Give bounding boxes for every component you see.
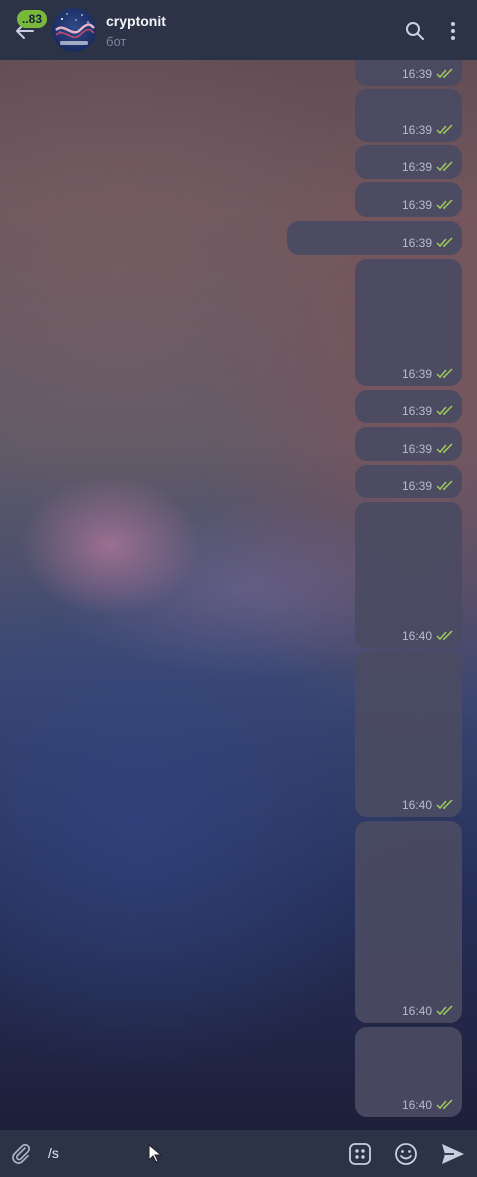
read-check-icon bbox=[436, 630, 453, 641]
message-input[interactable] bbox=[44, 1138, 342, 1168]
avatar[interactable] bbox=[52, 8, 96, 52]
message-bubble[interactable]: 16:40 bbox=[355, 652, 462, 817]
chat-subtitle: бот bbox=[106, 34, 127, 49]
read-check-icon bbox=[436, 199, 453, 210]
avatar-logo-icon bbox=[55, 13, 95, 45]
message-time: 16:39 bbox=[401, 160, 432, 174]
search-icon[interactable] bbox=[404, 20, 426, 42]
message-bubble[interactable]: 16:39 bbox=[287, 221, 462, 255]
message-bubble[interactable]: 16:39 bbox=[355, 89, 462, 142]
message-time: 16:40 bbox=[401, 1004, 432, 1018]
chat-header: ..83 cryptonit бот bbox=[0, 0, 477, 60]
chat-title[interactable]: cryptonit bbox=[106, 13, 166, 29]
message-bubble[interactable]: 16:39 bbox=[355, 390, 462, 423]
read-check-icon bbox=[436, 1005, 453, 1016]
message-bubble[interactable]: 16:39 bbox=[355, 259, 462, 386]
message-bubble[interactable]: 16:39 bbox=[355, 60, 462, 86]
read-check-icon bbox=[436, 161, 453, 172]
message-time: 16:39 bbox=[401, 67, 432, 81]
read-check-icon bbox=[436, 1099, 453, 1110]
message-bubble[interactable]: 16:39 bbox=[355, 427, 462, 461]
message-bubble[interactable]: 16:40 bbox=[355, 502, 462, 648]
message-time: 16:39 bbox=[401, 442, 432, 456]
read-check-icon bbox=[436, 368, 453, 379]
more-menu-icon[interactable] bbox=[442, 20, 464, 42]
message-time: 16:40 bbox=[401, 798, 432, 812]
message-time: 16:39 bbox=[401, 367, 432, 381]
send-icon[interactable] bbox=[440, 1142, 466, 1166]
read-check-icon bbox=[436, 237, 453, 248]
read-check-icon bbox=[436, 443, 453, 454]
message-bubble[interactable]: 16:39 bbox=[355, 145, 462, 179]
message-bubble[interactable]: 16:40 bbox=[355, 821, 462, 1023]
read-check-icon bbox=[436, 124, 453, 135]
message-time: 16:40 bbox=[401, 629, 432, 643]
message-time: 16:40 bbox=[401, 1098, 432, 1112]
unread-count-badge[interactable]: ..83 bbox=[17, 10, 48, 28]
attach-paperclip-icon[interactable] bbox=[10, 1142, 32, 1164]
message-bubble[interactable]: 16:40 bbox=[355, 1027, 462, 1117]
read-check-icon bbox=[436, 68, 453, 79]
message-time: 16:39 bbox=[401, 404, 432, 418]
read-check-icon bbox=[436, 405, 453, 416]
message-bubble[interactable]: 16:39 bbox=[355, 182, 462, 217]
bot-commands-icon[interactable] bbox=[348, 1142, 372, 1166]
read-check-icon bbox=[436, 799, 453, 810]
message-bubble[interactable]: 16:39 bbox=[355, 465, 462, 498]
message-time: 16:39 bbox=[401, 123, 432, 137]
emoji-icon[interactable] bbox=[394, 1142, 418, 1166]
mouse-cursor-icon bbox=[148, 1144, 163, 1163]
message-time: 16:39 bbox=[401, 198, 432, 212]
message-time: 16:39 bbox=[401, 479, 432, 493]
message-composer bbox=[0, 1130, 477, 1177]
read-check-icon bbox=[436, 480, 453, 491]
message-time: 16:39 bbox=[401, 236, 432, 250]
